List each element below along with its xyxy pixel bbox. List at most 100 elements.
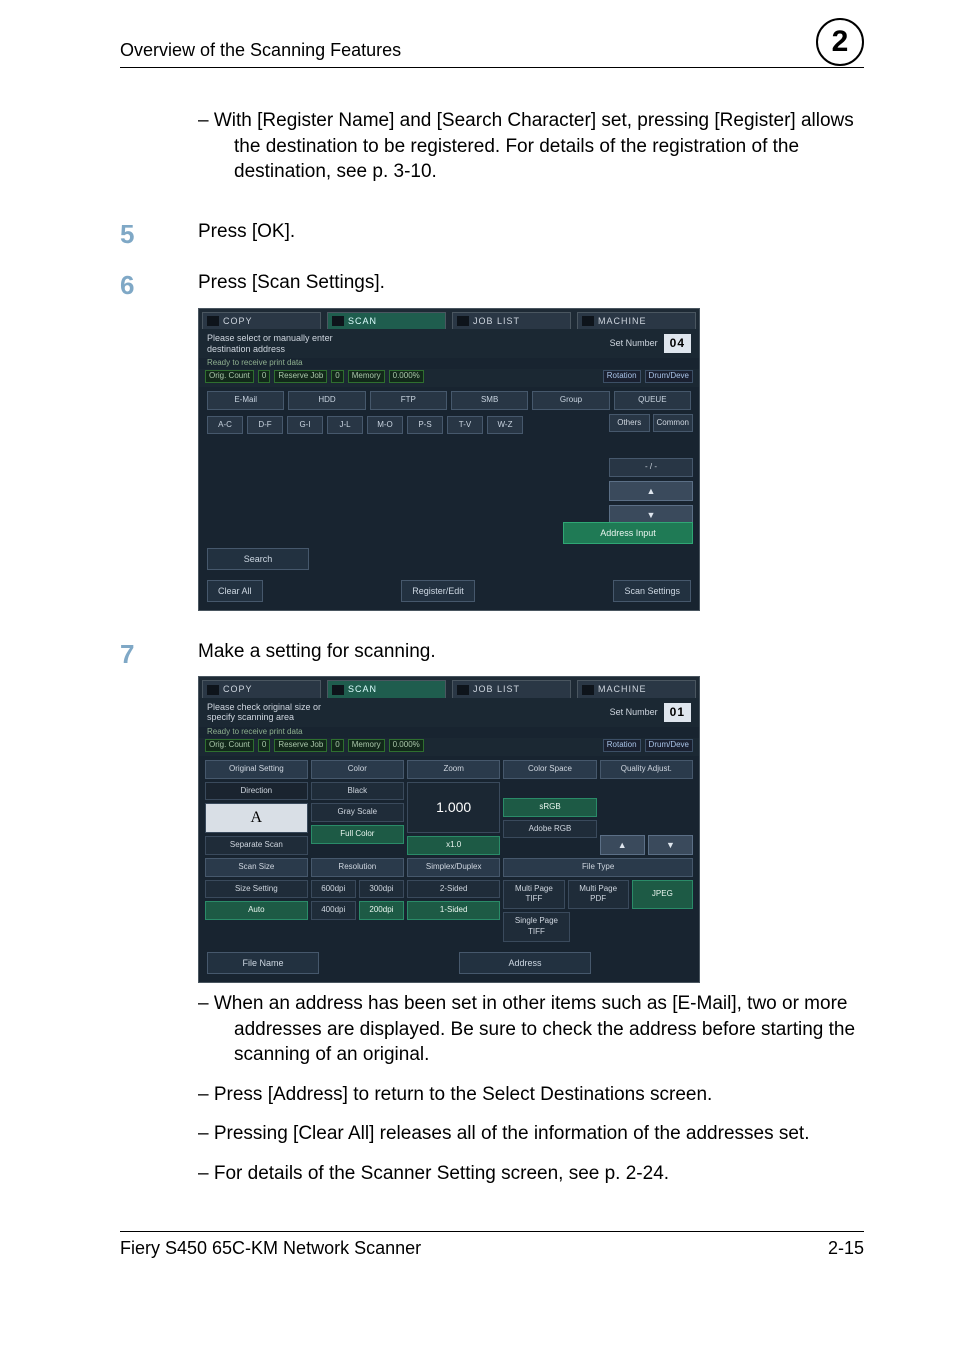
zoom-x1[interactable]: x1.0 [407,836,500,855]
ft-sp-tiff[interactable]: Single Page TIFF [503,912,569,942]
message-text-2: Please check original size or specify sc… [207,702,321,724]
res-300[interactable]: 300dpi [359,880,404,899]
alpha-ps[interactable]: P-S [407,416,443,435]
size-auto[interactable]: Auto [205,901,308,920]
drum-indicator-2: Drum/Deve [645,739,693,752]
others-button[interactable]: Others [609,414,650,433]
file-name-button[interactable]: File Name [207,952,319,974]
tab-scan[interactable]: SCAN [327,312,446,329]
chapter-badge: 2 [816,18,864,66]
rotation-indicator-2: Rotation [603,739,641,752]
drum-indicator: Drum/Deve [645,370,693,383]
dest-group[interactable]: Group [532,391,609,410]
hdr-resolution: Resolution [311,858,404,877]
reserve-label-2: Reserve Job [274,739,327,752]
dest-smb[interactable]: SMB [451,391,528,410]
screenshot-scan-settings: COPY SCAN JOB LIST MACHINE Please check … [198,676,700,982]
note-3: – Pressing [Clear All] releases all of t… [198,1121,864,1147]
res-600[interactable]: 600dpi [311,880,356,899]
hdr-original-setting[interactable]: Original Setting [205,760,308,779]
reserve-value: 0 [331,370,343,383]
address-button[interactable]: Address [459,952,591,974]
zoom-value: 1.000 [407,782,500,833]
size-setting-button[interactable]: Size Setting [205,880,308,899]
direction-A[interactable]: A [205,803,308,833]
common-button[interactable]: Common [653,414,694,433]
hdr-zoom: Zoom [407,760,500,779]
set-number-value-2: 01 [664,703,691,721]
tab-copy-2[interactable]: COPY [202,680,321,697]
copy-icon [207,685,219,695]
ft-mp-tiff[interactable]: Multi Page TIFF [503,880,564,910]
alpha-wz[interactable]: W-Z [487,416,523,435]
step-7-num: 7 [120,639,150,1201]
clear-all-button[interactable]: Clear All [207,580,263,602]
res-400[interactable]: 400dpi [311,901,356,920]
tab-scan-2[interactable]: SCAN [327,680,446,697]
page-indicator: - / - [609,458,693,477]
dest-email[interactable]: E-Mail [207,391,284,410]
footer-left: Fiery S450 65C-KM Network Scanner [120,1238,421,1259]
joblist-icon [457,316,469,326]
cspace-adobe[interactable]: Adobe RGB [503,820,596,839]
tab-joblist[interactable]: JOB LIST [452,312,571,329]
hdr-color-space: Color Space [503,760,596,779]
orig-count-value: 0 [258,370,270,383]
color-full[interactable]: Full Color [311,825,404,844]
ready-text: Ready to receive print data [199,358,699,369]
alpha-jl[interactable]: J-L [327,416,363,435]
message-text: Please select or manually enter destinat… [207,333,333,355]
note-1: – When an address has been set in other … [198,991,864,1068]
dest-hdd[interactable]: HDD [288,391,365,410]
dest-queue[interactable]: QUEUE [614,391,691,410]
duplex-2sided[interactable]: 2-Sided [407,880,500,899]
note-2: – Press [Address] to return to the Selec… [198,1082,864,1108]
copy-icon [207,316,219,326]
search-button[interactable]: Search [207,548,309,570]
alpha-mo[interactable]: M-O [367,416,403,435]
separate-scan-button[interactable]: Separate Scan [205,836,308,855]
ft-jpeg[interactable]: JPEG [632,880,693,910]
duplex-1sided[interactable]: 1-Sided [407,901,500,920]
step-6-text: Press [Scan Settings]. [198,270,864,296]
alpha-tv[interactable]: T-V [447,416,483,435]
alpha-ac[interactable]: A-C [207,416,243,435]
direction-label: Direction [205,782,308,801]
step-7-text: Make a setting for scanning. [198,639,864,665]
scroll-up-icon[interactable]: ▲ [609,481,693,501]
hdr-color: Color [311,760,404,779]
tab-machine[interactable]: MACHINE [577,312,696,329]
dest-ftp[interactable]: FTP [370,391,447,410]
hdr-quality[interactable]: Quality Adjust. [600,760,693,779]
alpha-gi[interactable]: G-I [287,416,323,435]
screenshot-destinations: COPY SCAN JOB LIST MACHINE Please select… [198,308,700,611]
tab-joblist-2[interactable]: JOB LIST [452,680,571,697]
hdr-simplex: Simplex/Duplex [407,858,500,877]
color-black[interactable]: Black [311,782,404,801]
joblist-icon [457,685,469,695]
scan-icon [332,316,344,326]
tab-copy[interactable]: COPY [202,312,321,329]
color-gray[interactable]: Gray Scale [311,803,404,822]
scan-icon [332,685,344,695]
register-edit-button[interactable]: Register/Edit [401,580,475,602]
cspace-srgb[interactable]: sRGB [503,798,596,817]
quality-up-icon[interactable]: ▲ [600,835,645,855]
quality-down-icon[interactable]: ▼ [648,835,693,855]
hdr-filetype: File Type [503,858,693,877]
scan-settings-button[interactable]: Scan Settings [613,580,691,602]
memory-value: 0.000% [389,370,424,383]
hdr-scan-size: Scan Size [205,858,308,877]
machine-icon [582,685,594,695]
memory-label-2: Memory [348,739,385,752]
step-6-num: 6 [120,270,150,619]
res-200[interactable]: 200dpi [359,901,404,920]
set-number-value: 04 [664,334,691,352]
tab-machine-2[interactable]: MACHINE [577,680,696,697]
alpha-df[interactable]: D-F [247,416,283,435]
step-spacer [120,108,150,199]
address-input-button[interactable]: Address Input [563,522,693,544]
ft-mp-pdf[interactable]: Multi Page PDF [568,880,629,910]
memory-label: Memory [348,370,385,383]
intro-note: – With [Register Name] and [Search Chara… [198,108,864,185]
